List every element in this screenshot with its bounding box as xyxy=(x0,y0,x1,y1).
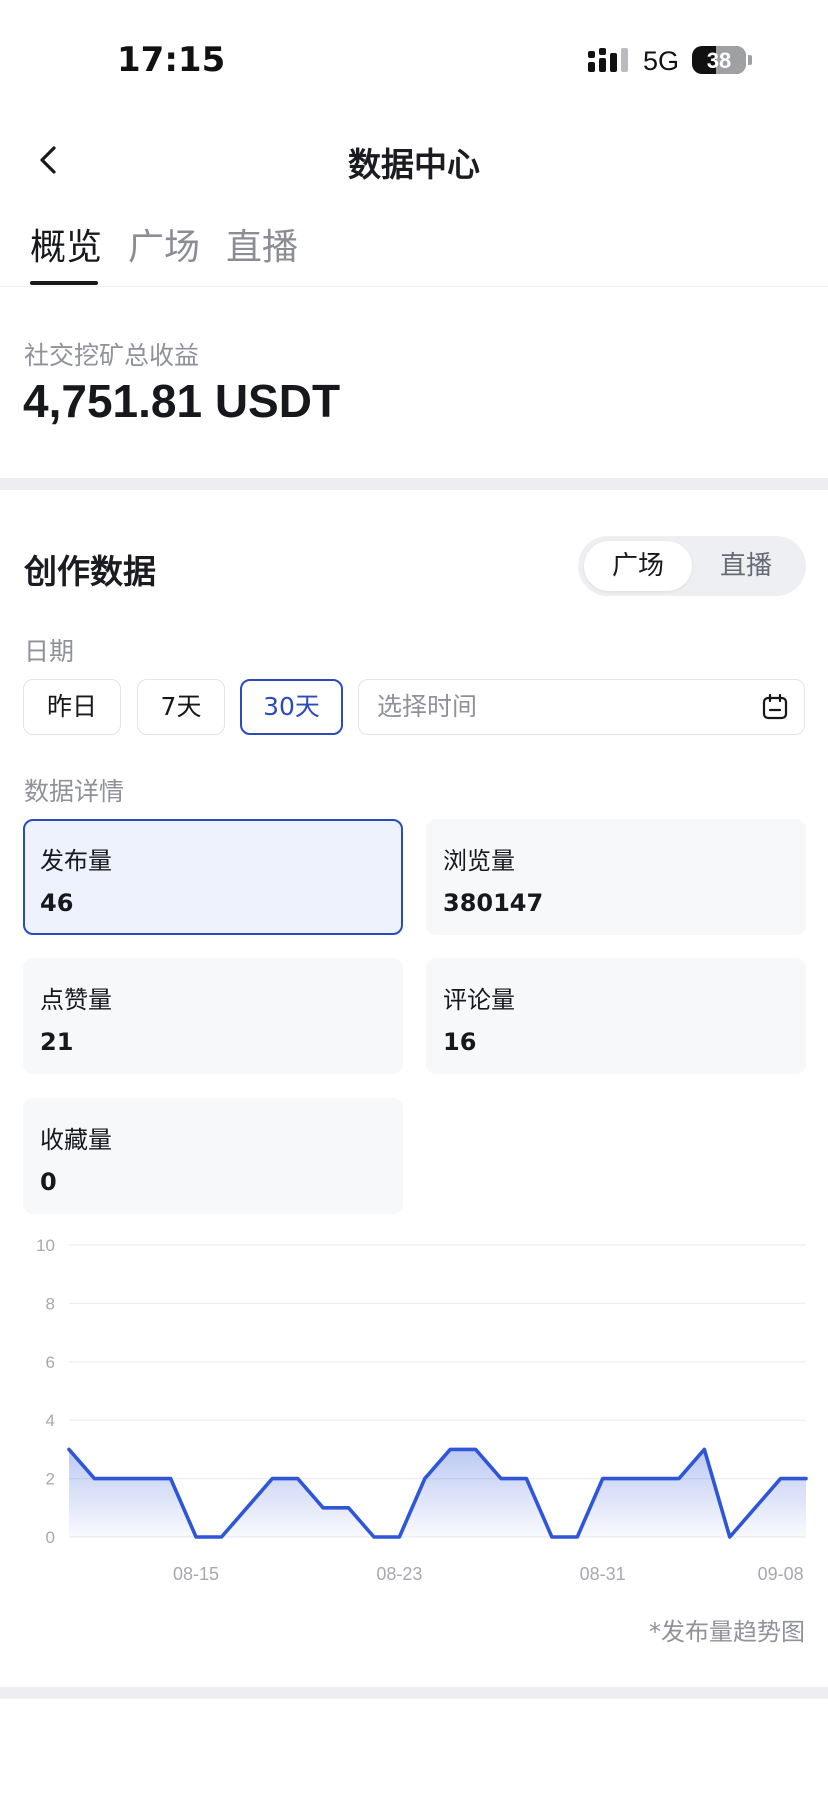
y-tick-label: 6 xyxy=(46,1353,55,1372)
section-divider xyxy=(0,478,828,490)
tab-overview[interactable]: 概览 xyxy=(30,218,102,270)
metric-card-favorites[interactable]: 收藏量 0 xyxy=(23,1098,403,1214)
metric-value: 46 xyxy=(40,889,74,917)
section-title: 创作数据 xyxy=(24,552,156,591)
date-picker-input[interactable]: 选择时间 xyxy=(358,679,805,735)
tab-underline xyxy=(30,281,98,285)
y-tick-label: 2 xyxy=(46,1470,55,1489)
date-7days-button[interactable]: 7天 xyxy=(137,679,225,735)
segment-live[interactable]: 直播 xyxy=(692,541,800,591)
metric-label: 收藏量 xyxy=(40,1126,112,1154)
tab-plaza[interactable]: 广场 xyxy=(128,218,200,270)
metric-label: 发布量 xyxy=(40,847,112,875)
metric-card-likes[interactable]: 点赞量 21 xyxy=(23,958,403,1074)
y-tick-label: 8 xyxy=(46,1294,55,1313)
page-title: 数据中心 xyxy=(348,145,480,184)
earnings-value: 4,751.81 USDT xyxy=(23,375,341,427)
tab-live[interactable]: 直播 xyxy=(226,218,298,270)
x-tick-label: 09-08 xyxy=(758,1564,804,1584)
chart-footnote: *发布量趋势图 xyxy=(649,1618,805,1646)
segment-control: 广场 直播 xyxy=(578,536,806,596)
metric-value: 380147 xyxy=(443,889,544,917)
segment-plaza[interactable]: 广场 xyxy=(584,541,692,591)
signal-icon xyxy=(588,48,628,72)
metric-value: 0 xyxy=(40,1168,57,1196)
status-time: 17:15 xyxy=(117,40,226,80)
bottom-divider xyxy=(0,1687,828,1699)
network-type: 5G xyxy=(643,46,680,76)
metric-label: 评论量 xyxy=(443,986,515,1014)
metric-card-views[interactable]: 浏览量 380147 xyxy=(426,819,806,935)
y-tick-label: 4 xyxy=(46,1411,55,1430)
x-tick-label: 08-31 xyxy=(580,1564,626,1584)
metric-label: 点赞量 xyxy=(40,986,112,1014)
calendar-icon[interactable] xyxy=(762,694,788,720)
status-bar: 17:15 5G 38 xyxy=(0,0,828,110)
battery-level: 38 xyxy=(706,48,732,73)
metric-value: 16 xyxy=(443,1028,477,1056)
battery-tip xyxy=(748,55,752,65)
details-label: 数据详情 xyxy=(24,777,125,806)
date-label: 日期 xyxy=(24,637,75,666)
date-picker-placeholder: 选择时间 xyxy=(377,692,478,721)
metric-card-posts[interactable]: 发布量 46 xyxy=(23,819,403,935)
x-tick-label: 08-23 xyxy=(376,1564,422,1584)
earnings-label: 社交挖矿总收益 xyxy=(24,341,200,370)
x-tick-label: 08-15 xyxy=(173,1564,219,1584)
battery-icon: 38 xyxy=(692,46,746,74)
metric-card-comments[interactable]: 评论量 16 xyxy=(426,958,806,1074)
date-yesterday-button[interactable]: 昨日 xyxy=(23,679,121,735)
metric-value: 21 xyxy=(40,1028,74,1056)
top-tabs: 概览 广场 直播 xyxy=(0,208,828,287)
y-tick-label: 10 xyxy=(36,1236,55,1255)
date-30days-button[interactable]: 30天 xyxy=(240,679,343,735)
metric-label: 浏览量 xyxy=(443,847,515,875)
y-tick-label: 0 xyxy=(46,1528,55,1547)
posts-trend-chart: 0 2 4 6 8 10 08-15 08-23 08-31 09-08 xyxy=(36,1236,808,1584)
